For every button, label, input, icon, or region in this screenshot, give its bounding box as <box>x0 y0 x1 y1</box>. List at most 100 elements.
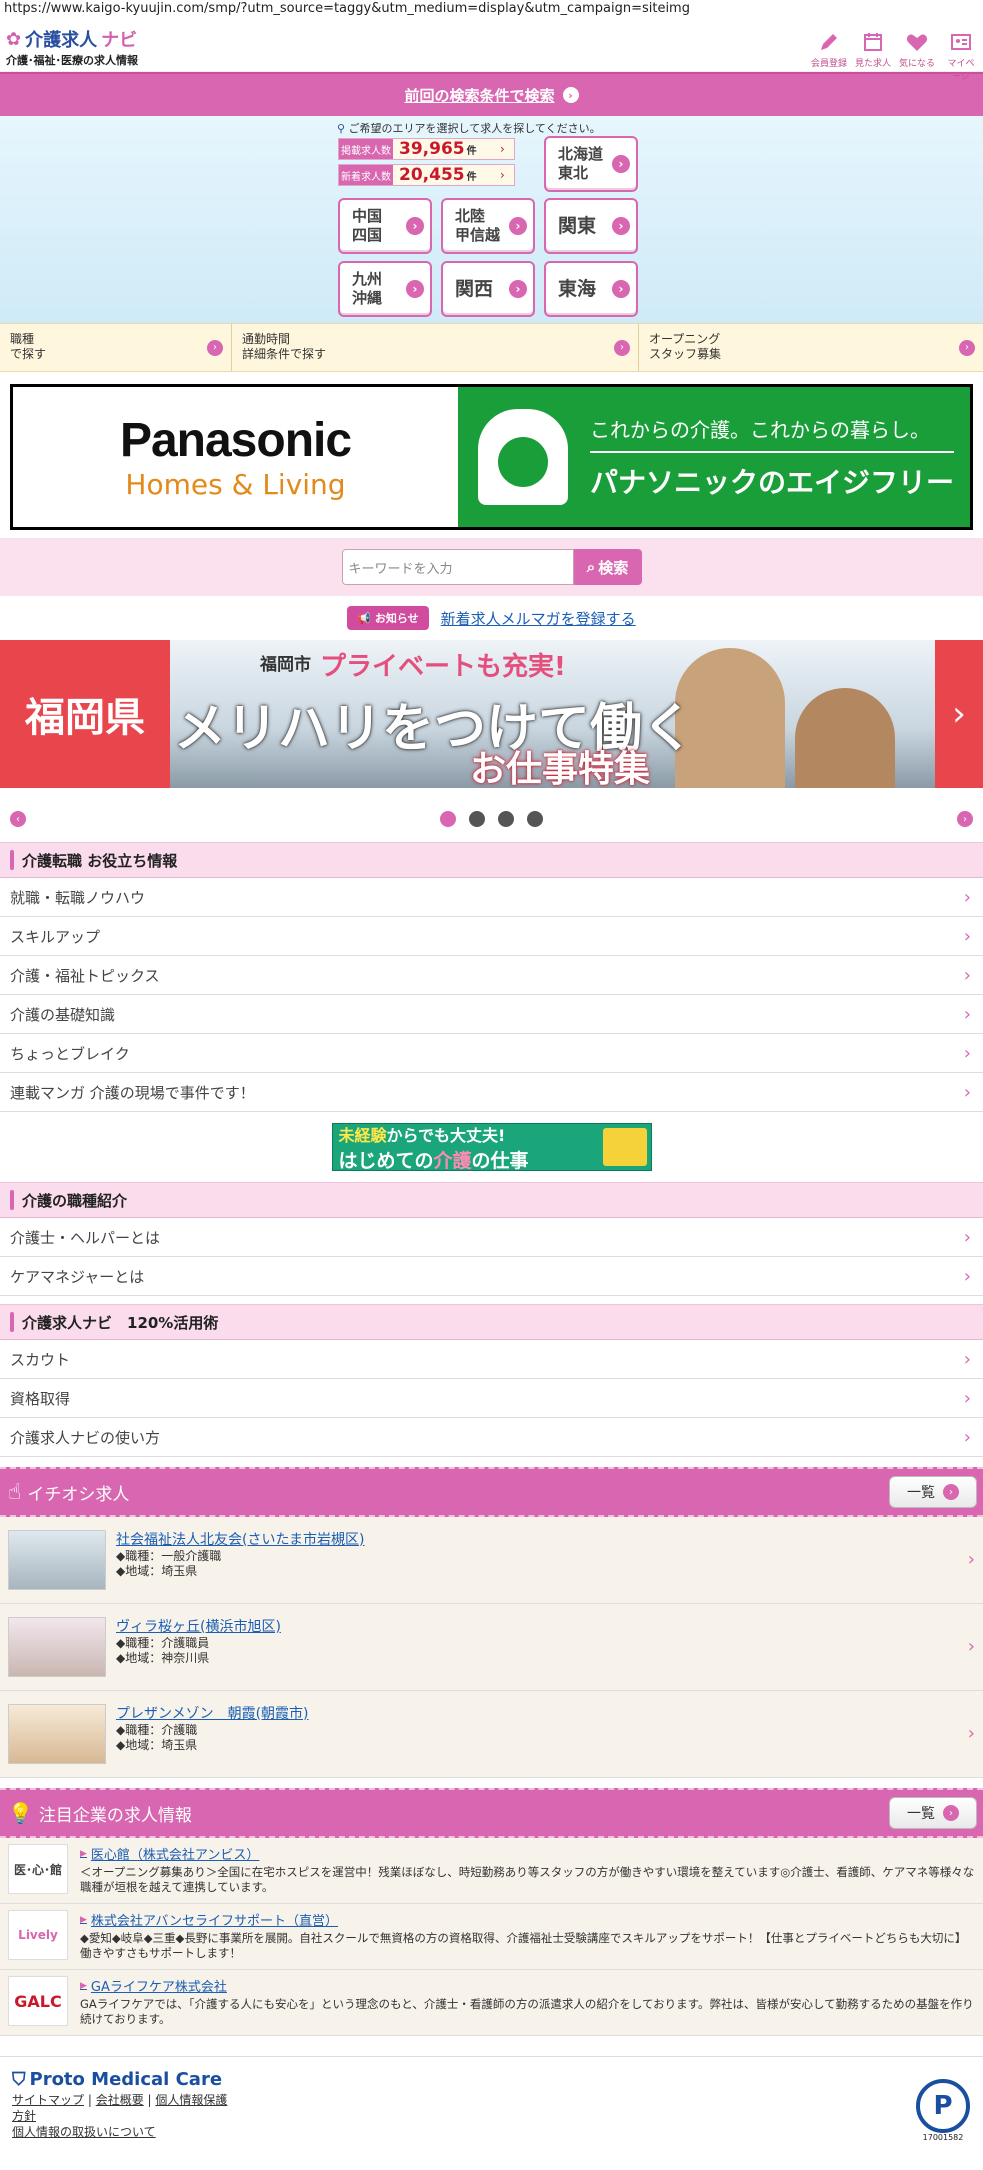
arrow-right-icon: › <box>406 280 424 298</box>
privacy-mark[interactable]: P 17001582 <box>913 2079 973 2145</box>
slider-prev-button[interactable]: ‹ <box>10 811 26 827</box>
slider-dot[interactable] <box>440 811 456 827</box>
chevron-right-icon: › <box>963 1042 971 1064</box>
list-item[interactable]: 介護・福祉トピックス › <box>0 956 983 995</box>
chevron-right-icon: › <box>963 886 971 908</box>
keyword-input[interactable]: キーワードを入力 <box>341 549 574 585</box>
slider-dot[interactable] <box>469 811 485 827</box>
jobtype-list: 介護士・ヘルパーとは › ケアマネジャーとは › <box>0 1218 983 1296</box>
panasonic-ad-banner[interactable]: Panasonic Homes & Living これからの介護。これからの暮ら… <box>10 384 973 530</box>
footer-link-privacy-policy-cont[interactable]: 方針 <box>12 2109 36 2123</box>
footer-link-sitemap[interactable]: サイトマップ <box>12 2093 84 2107</box>
region-kanto[interactable]: 関東 › <box>544 198 638 254</box>
logo-name: 介護求人 <box>25 30 98 51</box>
beginner-banner-row: 未経験からでも大丈夫! はじめての介護の仕事 <box>0 1112 983 1182</box>
list-item[interactable]: スキルアップ › <box>0 917 983 956</box>
region-tokai[interactable]: 東海 › <box>544 261 638 317</box>
proto-logo-icon: ⛉ <box>12 2069 26 2090</box>
url-bar[interactable]: https://www.kaigo-kyuujin.com/smp/?utm_s… <box>0 0 983 22</box>
arrow-right-icon: › <box>612 280 630 298</box>
beginner-banner[interactable]: 未経験からでも大丈夫! はじめての介護の仕事 <box>331 1123 652 1172</box>
job-thumbnail <box>8 1617 106 1677</box>
companies-list-button[interactable]: 一覧 › <box>889 1797 977 1829</box>
list-item[interactable]: 連載マンガ 介護の現場で事件です！ › <box>0 1073 983 1112</box>
job-item[interactable]: プレザンメゾン 朝霞(朝霞市) ◆職種：介護職 ◆地域：埼玉県 › <box>0 1691 983 1778</box>
list-item[interactable]: スカウト › <box>0 1340 983 1379</box>
list-item[interactable]: ケアマネジャーとは › <box>0 1257 983 1296</box>
new-count-box[interactable]: 新着求人数 20,455 件 › <box>338 164 515 186</box>
featured-title: イチオシ求人 <box>27 1484 130 1505</box>
hand-pointer-icon: ☝ <box>8 1479 22 1505</box>
list-item[interactable]: 資格取得 › <box>0 1379 983 1418</box>
companies-header: 💡 注目企業の求人情報 一覧 › <box>0 1788 983 1838</box>
section-title-usage: 介護求人ナビ 120%活用術 <box>0 1304 983 1340</box>
arrow-right-icon: › <box>406 217 424 235</box>
register-button[interactable]: 会員登録 <box>811 30 847 82</box>
chevron-right-icon: › <box>963 1426 971 1448</box>
area-note: ⚲ ご希望のエリアを選択して求人を探してください。 <box>337 122 601 135</box>
region-hokuriku-koshinetsu[interactable]: 北陸 甲信越 › <box>441 198 535 254</box>
feature-slider[interactable]: 福岡県 福岡市 プライベートも充実! メリハリをつけて働く お仕事特集 › <box>0 640 983 788</box>
job-item[interactable]: 社会福祉法人北友会(さいたま市岩槻区) ◆職種：一般介護職 ◆地域：埼玉県 › <box>0 1517 983 1604</box>
company-logo: 医･心･館 <box>8 1844 68 1894</box>
chevron-right-icon: › <box>963 964 971 986</box>
list-item[interactable]: 介護の基礎知識 › <box>0 995 983 1034</box>
companies-title: 注目企業の求人情報 <box>38 1805 192 1826</box>
footer-links: サイトマップ | 会社概要 | 個人情報保護 方針 個人情報の取扱いについて <box>12 2093 228 2139</box>
info-list: 就職・転職ノウハウ › スキルアップ › 介護・福祉トピックス › 介護の基礎知識 › … <box>0 878 983 1112</box>
heart-icon <box>906 34 928 51</box>
notice-badge: 📢 お知らせ <box>347 606 429 630</box>
mypage-button[interactable]: マイページ <box>943 30 979 82</box>
slide-image: 福岡市 プライベートも充実! メリハリをつけて働く お仕事特集 <box>170 640 935 788</box>
slider-dot[interactable] <box>498 811 514 827</box>
job-thumbnail <box>8 1704 106 1764</box>
favorites-button[interactable]: 気になる <box>899 30 935 82</box>
arrow-right-icon: › <box>943 1484 959 1500</box>
posted-count-box[interactable]: 掲載求人数 39,965 件 › <box>338 138 515 160</box>
arrow-right-icon: › <box>562 87 579 103</box>
chevron-right-icon: › <box>967 1723 975 1744</box>
search-by-commute[interactable]: 通勤時間 詳細条件で探す › <box>232 324 639 371</box>
region-hokkaido-tohoku[interactable]: 北海道 東北 › <box>544 136 638 192</box>
featured-jobs: 社会福祉法人北友会(さいたま市岩槻区) ◆職種：一般介護職 ◆地域：埼玉県 › ヴィ… <box>0 1517 983 1778</box>
footer-link-personal-info[interactable]: 個人情報の取扱いについて <box>12 2125 156 2139</box>
list-item[interactable]: 介護求人ナビの使い方 › <box>0 1418 983 1457</box>
list-item[interactable]: 介護士・ヘルパーとは › <box>0 1218 983 1257</box>
company-item[interactable]: 医･心･館 医心館（株式会社アンビス）＜オープニング募集あり＞全国に在宅ホスピス… <box>0 1838 983 1904</box>
footer-link-company[interactable]: 会社概要 <box>96 2093 144 2107</box>
section-title-info: 介護転職 お役立ち情報 <box>0 842 983 878</box>
arrow-right-icon: › <box>959 339 975 356</box>
megaphone-icon: 📢 <box>357 612 372 625</box>
region-kyushu-okinawa[interactable]: 九州 沖縄 › <box>338 261 432 317</box>
keyword-search-button[interactable]: ⌕ 検索 <box>573 549 642 585</box>
site-logo[interactable]: ✿ 介護求人 ナビ 介護･福祉･医療の求人情報 <box>6 26 138 68</box>
privacy-mark-icon: P <box>916 2079 970 2133</box>
slider-dot[interactable] <box>527 811 543 827</box>
region-kansai[interactable]: 関西 › <box>441 261 535 317</box>
calendar-icon <box>864 33 882 51</box>
company-item[interactable]: Lively 株式会社アバンセライフサポート（直営）◆愛知◆岐阜◆三重◆長野に事… <box>0 1904 983 1970</box>
region-chugoku-shikoku[interactable]: 中国 四国 › <box>338 198 432 254</box>
slide-next-icon[interactable]: › <box>935 640 983 788</box>
footer-link-privacy-policy[interactable]: 個人情報保護 <box>155 2093 227 2107</box>
newsletter-link[interactable]: 新着求人メルマガを登録する <box>441 608 636 629</box>
slider-controls: ‹ › <box>0 788 983 836</box>
list-item[interactable]: 就職・転職ノウハウ › <box>0 878 983 917</box>
slider-next-button[interactable]: › <box>957 811 973 827</box>
posted-count: 39,965 <box>399 139 465 159</box>
site-header: ✿ 介護求人 ナビ 介護･福祉･医療の求人情報 会員登録 見た求人 気になる マイペ… <box>0 22 983 82</box>
chevron-right-icon: › <box>963 1348 971 1370</box>
search-by-jobtype[interactable]: 職種 で探す › <box>0 324 232 371</box>
company-logo: GALC <box>8 1976 68 2026</box>
viewed-jobs-button[interactable]: 見た求人 <box>855 30 891 82</box>
pin-icon: ⚲ <box>337 122 346 135</box>
list-item[interactable]: ちょっとブレイク › <box>0 1034 983 1073</box>
job-item[interactable]: ヴィラ桜ヶ丘(横浜市旭区) ◆職種：介護職員 ◆地域：神奈川県 › <box>0 1604 983 1691</box>
search-opening-staff[interactable]: オープニング スタッフ募集 › <box>639 324 983 371</box>
company-item[interactable]: GALC GAライフケア株式会社GAライフケアでは、「介護する人にも安心を」とい… <box>0 1970 983 2036</box>
header-icons: 会員登録 見た求人 気になる マイページ <box>811 30 979 82</box>
chevron-right-icon: › <box>963 925 971 947</box>
featured-list-button[interactable]: 一覧 › <box>889 1476 977 1508</box>
banner-badge-icon <box>602 1128 647 1166</box>
flower-logo-icon: ✿ <box>6 28 22 50</box>
